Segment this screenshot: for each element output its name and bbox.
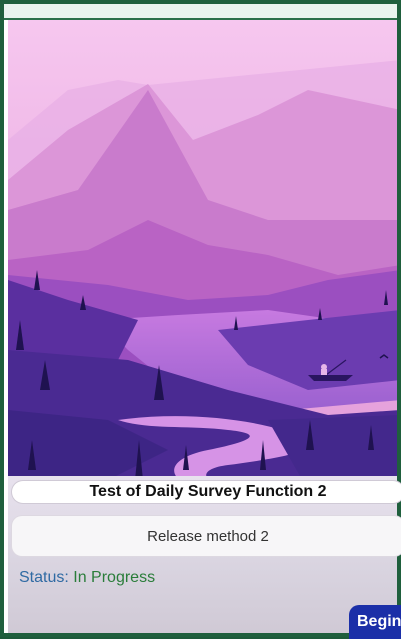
- status-value: In Progress: [73, 569, 156, 586]
- begin-button[interactable]: Begin: [349, 605, 401, 639]
- release-method-text: Release method 2: [147, 527, 269, 545]
- status-line: Status: In Progress: [19, 569, 155, 587]
- top-bar: [4, 4, 397, 20]
- release-method-box: Release method 2: [12, 516, 401, 556]
- status-label: Status:: [19, 569, 69, 586]
- survey-title: Test of Daily Survey Function 2: [12, 481, 401, 503]
